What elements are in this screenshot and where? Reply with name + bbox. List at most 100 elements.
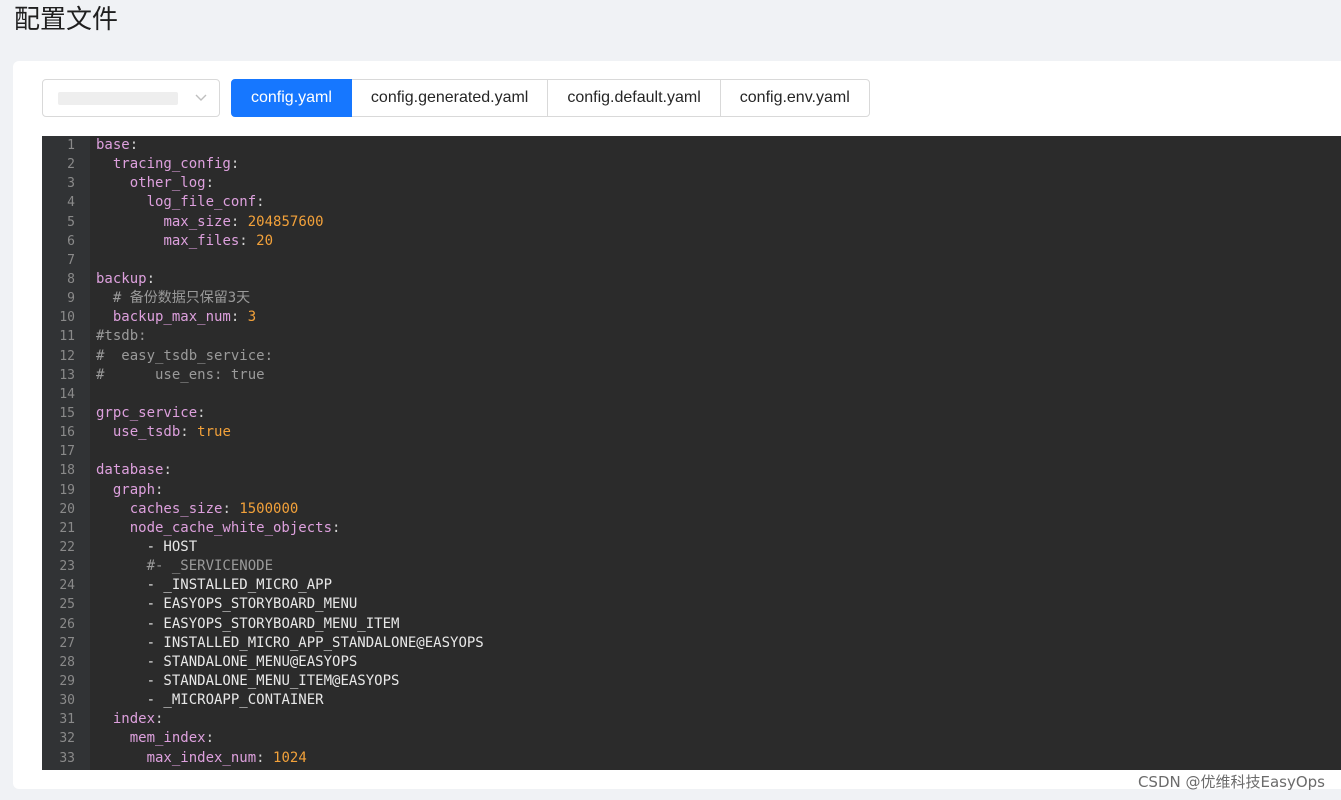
line-number: 2 (67, 157, 75, 173)
line-code: #- _SERVICENODE (146, 558, 274, 575)
line-number: 31 (59, 712, 75, 728)
tab-config-env-yaml[interactable]: config.env.yaml (719, 79, 870, 117)
line-number: 17 (59, 444, 75, 460)
line-number: 16 (59, 425, 75, 441)
code-line: 23 #- _SERVICENODE (42, 557, 1341, 576)
code-line: 15 grpc_service: (42, 404, 1341, 423)
line-code: base: (96, 137, 139, 153)
line-number: 33 (59, 750, 75, 766)
line-code: log_file_conf: (146, 194, 265, 211)
code-line: 29 - STANDALONE_MENU_ITEM@EASYOPS (42, 672, 1341, 691)
code-line: 20 caches_size: 1500000 (42, 500, 1341, 519)
line-code: - _INSTALLED_MICRO_APP (146, 577, 333, 594)
watermark: CSDN @优维科技EasyOps (1137, 773, 1325, 791)
code-line: 4 log_file_conf: (42, 193, 1341, 212)
code-line: 5 max_size: 204857600 (42, 213, 1341, 232)
line-code: #tsdb: (96, 328, 147, 345)
line-number: 12 (59, 348, 75, 364)
line-number: 10 (59, 310, 75, 326)
code-line: 26 - EASYOPS_STORYBOARD_MENU_ITEM (42, 615, 1341, 634)
line-code: use_tsdb: true (112, 424, 231, 441)
line-code: max_size: 204857600 (163, 213, 324, 230)
line-number: 15 (59, 405, 75, 421)
code-line: 7 (42, 251, 1341, 270)
code-line: 28 - STANDALONE_MENU@EASYOPS (42, 653, 1341, 672)
line-number: 20 (59, 501, 75, 517)
tab-config-yaml[interactable]: config.yaml (231, 79, 352, 117)
line-code: - EASYOPS_STORYBOARD_MENU (146, 596, 358, 613)
code-line: 22 - HOST (42, 538, 1341, 557)
line-code: other_log: (129, 175, 215, 192)
code-line: 18 database: (42, 461, 1341, 480)
code-line: 33 max_index_num: 1024 (42, 749, 1341, 768)
line-code: graph: (112, 481, 164, 498)
select-value (58, 92, 178, 105)
line-number: 8 (67, 271, 75, 287)
line-code: node_cache_white_objects: (129, 519, 341, 536)
line-code: # easy_tsdb_service: (96, 347, 274, 364)
code-line: 32 mem_index: (42, 729, 1341, 748)
line-code: caches_size: 1500000 (129, 500, 299, 517)
line-number: 18 (59, 463, 75, 479)
line-code: # use_ens: true (96, 366, 265, 383)
line-number: 30 (59, 693, 75, 709)
line-code: - INSTALLED_MICRO_APP_STANDALONE@EASYOPS (146, 634, 484, 651)
config-file-tabs: config.yaml config.generated.yaml config… (231, 79, 870, 117)
code-line: 12 # easy_tsdb_service: (42, 347, 1341, 366)
line-code: index: (112, 711, 164, 728)
code-line: 30 - _MICROAPP_CONTAINER (42, 691, 1341, 710)
code-line: 19 graph: (42, 481, 1341, 500)
line-number: 13 (59, 367, 75, 383)
line-number: 6 (67, 233, 75, 249)
line-code: # 备份数据只保留3天 (112, 290, 251, 307)
code-line: 17 (42, 442, 1341, 461)
code-line: 31 index: (42, 710, 1341, 729)
line-number: 27 (59, 635, 75, 651)
tab-config-default-yaml[interactable]: config.default.yaml (547, 79, 721, 117)
code-line: 13 # use_ens: true (42, 366, 1341, 385)
line-code: max_index_num: 1024 (146, 749, 307, 766)
code-line: 9 # 备份数据只保留3天 (42, 289, 1341, 308)
code-line: 21 node_cache_white_objects: (42, 519, 1341, 538)
line-number: 21 (59, 520, 75, 536)
line-number: 24 (59, 578, 75, 594)
code-line: 11 #tsdb: (42, 327, 1341, 346)
instance-select[interactable] (42, 79, 220, 117)
code-line: 3 other_log: (42, 174, 1341, 193)
line-number: 9 (67, 291, 75, 307)
code-line: 10 backup_max_num: 3 (42, 308, 1341, 327)
line-number: 14 (59, 386, 75, 402)
line-code: - STANDALONE_MENU_ITEM@EASYOPS (146, 672, 400, 689)
line-code: - HOST (146, 538, 198, 555)
code-editor[interactable]: 1 base: 2 tracing_config: 3 other_log: 4 log… (42, 136, 1341, 770)
line-code: mem_index: (129, 730, 215, 747)
code-line: 1 base: (42, 136, 1341, 155)
code-line: 8 backup: (42, 270, 1341, 289)
line-code: max_files: 20 (163, 232, 274, 249)
line-number: 4 (67, 195, 75, 211)
code-lines: 1 base: 2 tracing_config: 3 other_log: 4 log… (42, 136, 1341, 768)
line-number: 25 (59, 597, 75, 613)
line-number: 32 (59, 731, 75, 747)
line-code: - EASYOPS_STORYBOARD_MENU_ITEM (146, 615, 400, 632)
line-number: 7 (67, 252, 75, 268)
line-code: grpc_service: (96, 404, 206, 421)
code-line: 16 use_tsdb: true (42, 423, 1341, 442)
line-number: 28 (59, 654, 75, 670)
line-number: 11 (59, 329, 75, 345)
code-line: 6 max_files: 20 (42, 232, 1341, 251)
code-line: 24 - _INSTALLED_MICRO_APP (42, 576, 1341, 595)
line-number: 3 (67, 176, 75, 192)
line-code: backup_max_num: 3 (112, 309, 257, 326)
code-line: 27 - INSTALLED_MICRO_APP_STANDALONE@EASY… (42, 634, 1341, 653)
line-number: 5 (67, 214, 75, 230)
chevron-down-icon (195, 94, 207, 101)
tab-config-generated-yaml[interactable]: config.generated.yaml (350, 79, 549, 117)
line-code: - STANDALONE_MENU@EASYOPS (146, 653, 358, 670)
line-code: - _MICROAPP_CONTAINER (146, 692, 324, 709)
line-code: backup: (96, 270, 156, 287)
line-number: 22 (59, 539, 75, 555)
code-line: 2 tracing_config: (42, 155, 1341, 174)
line-number: 23 (59, 559, 75, 575)
code-line: 14 (42, 385, 1341, 404)
